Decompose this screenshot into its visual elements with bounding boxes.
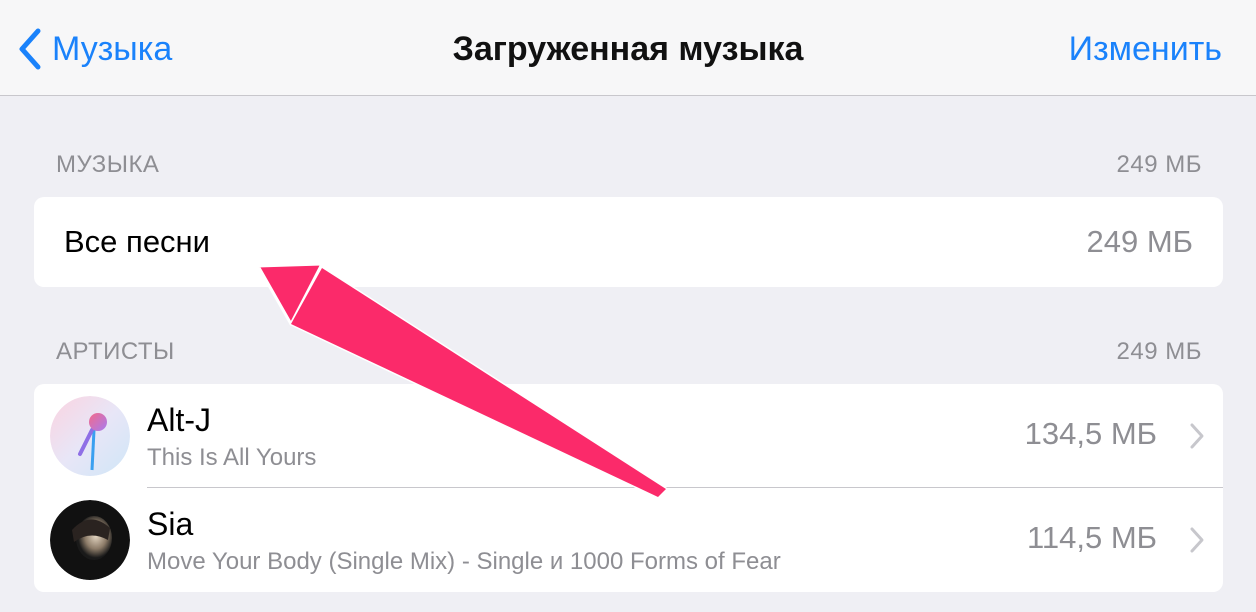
page-title: Загруженная музыка bbox=[452, 30, 804, 68]
edit-button[interactable]: Изменить bbox=[1069, 26, 1222, 72]
artist-size: 134,5 МБ bbox=[1024, 416, 1157, 451]
music-section-title: МУЗЫКА bbox=[56, 151, 160, 178]
chevron-right-icon bbox=[1190, 527, 1204, 553]
artist-size: 114,5 МБ bbox=[1026, 520, 1157, 555]
chevron-right-icon bbox=[1190, 423, 1204, 449]
music-section-header: МУЗЫКА 249 МБ bbox=[56, 150, 1202, 180]
artist-album: Move Your Body (Single Mix) - Single и 1… bbox=[147, 548, 781, 575]
artists-section-header: АРТИСТЫ 249 МБ bbox=[56, 337, 1202, 367]
artist-album: This Is All Yours bbox=[147, 444, 317, 471]
navigation-bar: Музыка Загруженная музыка Изменить bbox=[0, 0, 1256, 96]
artists-section-title: АРТИСТЫ bbox=[56, 338, 175, 365]
music-section-size: 249 МБ bbox=[1116, 151, 1202, 178]
microphone-icon bbox=[50, 396, 130, 476]
artists-list: Alt-J This Is All Yours 134,5 МБ Sia Mov… bbox=[34, 384, 1223, 592]
artist-name: Sia bbox=[147, 506, 194, 542]
all-songs-label: Все песни bbox=[64, 224, 210, 259]
all-songs-row[interactable]: Все песни 249 МБ bbox=[34, 197, 1223, 287]
all-songs-size: 249 МБ bbox=[1086, 224, 1193, 259]
artist-photo bbox=[50, 500, 130, 580]
artist-row-alt-j[interactable]: Alt-J This Is All Yours 134,5 МБ bbox=[34, 384, 1223, 488]
artist-name: Alt-J bbox=[147, 402, 211, 438]
artists-section-size: 249 МБ bbox=[1116, 338, 1202, 365]
artist-row-sia[interactable]: Sia Move Your Body (Single Mix) - Single… bbox=[34, 488, 1223, 592]
